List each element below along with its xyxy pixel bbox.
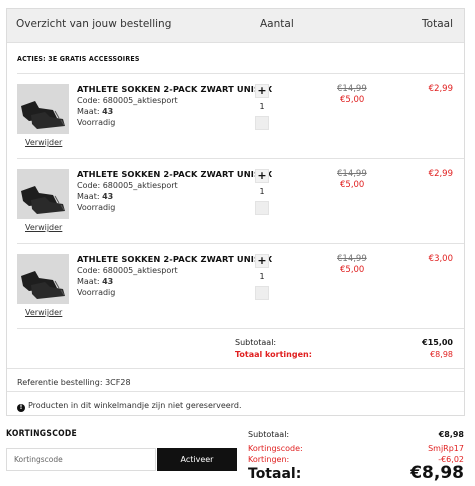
quantity-value: 1 [259,102,265,111]
quantity-column-header: Aantal [260,18,294,30]
increase-quantity-button[interactable]: + [255,169,269,183]
grand-total-value: €8,98 [410,463,464,483]
product-size: Maat: 43 [77,277,114,286]
row-total: €3,00 [428,254,453,264]
decrease-quantity-button[interactable] [255,286,269,300]
product-name: ATHLETE SOKKEN 2-PACK ZWART UNISEX [77,169,273,179]
summary-discounts-label: Kortingen: [248,455,290,464]
product-code: Code: 680005_aktiesport [77,266,178,275]
increase-quantity-button[interactable]: + [255,84,269,98]
original-price: €14,99 [337,84,367,94]
increase-quantity-button[interactable]: + [255,254,269,268]
promo-label: ACTIES: 3E GRATIS ACCESSOIRES [17,55,140,63]
decrease-quantity-button[interactable] [255,116,269,130]
discount-code-input[interactable] [6,448,156,471]
divider [7,368,464,369]
product-size: Maat: 43 [77,107,114,116]
info-icon: ! [17,404,25,412]
activate-discount-button[interactable]: Activeer [157,448,237,471]
summary-code-value: SmjRp17 [428,444,464,453]
product-image [17,84,69,134]
quantity-value: 1 [259,187,265,196]
order-overview-header: Overzicht van jouw bestelling Aantal Tot… [7,9,464,43]
cart-subtotal-value: €15,00 [422,338,453,347]
cart-item: Verwijder ATHLETE SOKKEN 2-PACK ZWART UN… [7,74,464,158]
divider [7,391,464,392]
remove-item-link[interactable]: Verwijder [25,138,62,147]
product-code: Code: 680005_aktiesport [77,96,178,105]
product-image [17,169,69,219]
product-name: ATHLETE SOKKEN 2-PACK ZWART UNISEX [77,84,273,94]
summary-subtotal-value: €8,98 [438,430,464,439]
summary-code-label: Kortingscode: [248,444,303,453]
remove-item-link[interactable]: Verwijder [25,308,62,317]
product-name: ATHLETE SOKKEN 2-PACK ZWART UNISEX [77,254,273,264]
cart-discount-label: Totaal kortingen: [235,350,312,359]
sale-price: €5,00 [340,95,365,105]
product-image [17,254,69,304]
cart-item: Verwijder ATHLETE SOKKEN 2-PACK ZWART UN… [7,244,464,328]
overview-title: Overzicht van jouw bestelling [16,18,172,30]
order-overview-panel: Overzicht van jouw bestelling Aantal Tot… [6,8,465,416]
total-column-header: Totaal [422,18,453,30]
divider [17,328,464,329]
discount-code-title: KORTINGSCODE [6,429,78,439]
grand-total-label: Totaal: [248,466,302,482]
order-reference: Referentie bestelling: 3CF28 [17,378,131,387]
product-size: Maat: 43 [77,192,114,201]
sale-price: €5,00 [340,180,365,190]
cart-subtotal-label: Subtotaal: [235,338,277,347]
product-code: Code: 680005_aktiesport [77,181,178,190]
original-price: €14,99 [337,169,367,179]
cart-discount-value: €8,98 [430,350,453,359]
summary-subtotal-label: Subtotaal: [248,430,290,439]
sale-price: €5,00 [340,265,365,275]
row-total: €2,99 [428,84,453,94]
stock-status: Voorradig [77,288,116,297]
row-total: €2,99 [428,169,453,179]
original-price: €14,99 [337,254,367,264]
notice-text: Producten in dit winkelmandje zijn niet … [28,401,242,410]
reservation-notice: ! Producten in dit winkelmandje zijn niet… [17,401,242,412]
decrease-quantity-button[interactable] [255,201,269,215]
stock-status: Voorradig [77,203,116,212]
stock-status: Voorradig [77,118,116,127]
remove-item-link[interactable]: Verwijder [25,223,62,232]
cart-item: Verwijder ATHLETE SOKKEN 2-PACK ZWART UN… [7,159,464,243]
quantity-value: 1 [259,272,265,281]
